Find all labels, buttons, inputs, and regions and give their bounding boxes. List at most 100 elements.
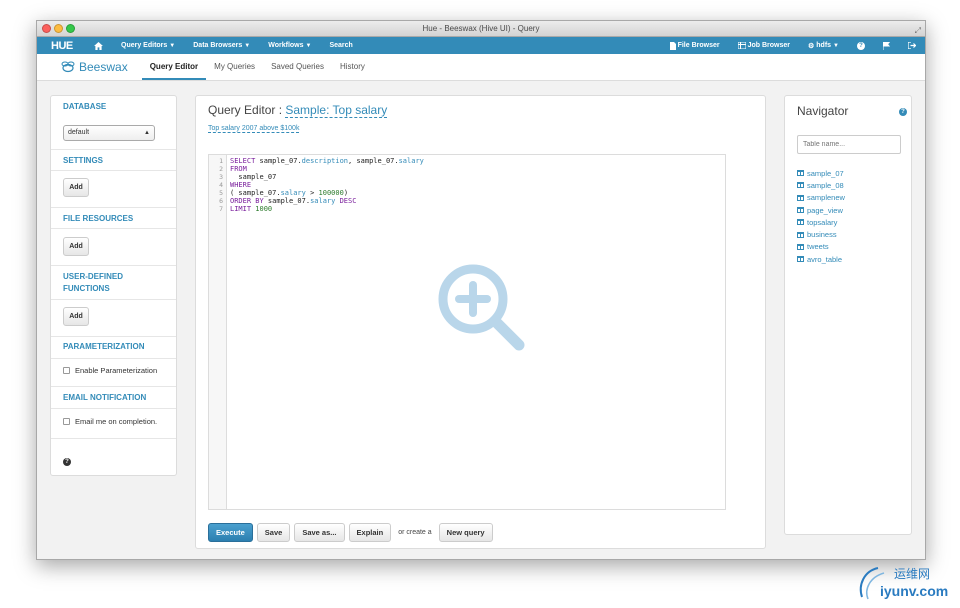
watermark-en-text: iyunv.com — [880, 583, 949, 599]
divider — [51, 170, 176, 171]
maximize-window-button[interactable] — [66, 24, 75, 33]
site-watermark: 运维网 iyunv.com — [854, 563, 958, 603]
zoom-in-icon[interactable] — [435, 261, 527, 353]
window-controls — [42, 24, 75, 33]
nav-job-browser[interactable]: Job Browser — [729, 42, 799, 49]
table-item-sample-07[interactable]: sample_07 — [797, 167, 845, 179]
logout-icon — [908, 42, 916, 49]
code-line: LIMIT 1000 — [230, 205, 273, 213]
table-item-business[interactable]: business — [797, 228, 845, 240]
query-actions: Execute Save Save as... Explain or creat… — [208, 523, 493, 542]
table-item-topsalary[interactable]: topsalary — [797, 216, 845, 228]
divider — [51, 386, 176, 387]
divider — [51, 299, 176, 300]
beeswax-brand[interactable]: Beeswax — [61, 53, 128, 80]
chevron-down-icon: ▼ — [244, 42, 251, 49]
add-udf-button[interactable]: Add — [63, 307, 89, 326]
select-arrows-icon: ▲ — [144, 130, 150, 136]
email-notification-heading: EMAIL NOTIFICATION — [63, 393, 147, 402]
navigator-panel: Navigator ? sample_07 sample_08 samplene… — [784, 95, 912, 535]
list-icon — [737, 42, 746, 49]
top-navbar: HUE Query Editors ▼ Data Browsers ▼ Workfl… — [37, 37, 925, 54]
nav-help[interactable]: ? — [848, 41, 874, 50]
nav-user-menu[interactable]: ⚙ hdfs ▼ — [799, 42, 848, 50]
line-number: 7 — [219, 205, 223, 213]
add-setting-button[interactable]: Add — [63, 178, 89, 197]
code-line: sample_07 — [230, 173, 277, 181]
divider — [51, 149, 176, 150]
app-header: Beeswax Query Editor My Queries Saved Qu… — [37, 54, 925, 81]
watermark-cn-text: 运维网 — [894, 567, 931, 581]
gears-icon: ⚙ — [807, 42, 815, 50]
chevron-down-icon: ▼ — [169, 42, 176, 49]
table-icon — [797, 219, 804, 226]
query-description-editable[interactable]: Top salary 2007 above $100k — [208, 125, 300, 133]
table-item-sample-08[interactable]: sample_08 — [797, 179, 845, 191]
enable-parameterization-checkbox[interactable] — [63, 367, 70, 374]
app-window: Hue - Beeswax (Hive UI) - Query ⤢ HUE Qu… — [36, 20, 926, 560]
table-item-samplenew[interactable]: samplenew — [797, 192, 845, 204]
nav-logout[interactable] — [899, 42, 925, 49]
bee-icon — [61, 61, 75, 72]
database-select[interactable]: default ▲ — [63, 125, 155, 141]
hue-logo[interactable]: HUE — [37, 40, 85, 52]
help-icon[interactable]: ? — [63, 458, 71, 466]
nav-search[interactable]: Search — [320, 42, 361, 49]
table-name-filter-input[interactable] — [797, 135, 901, 154]
database-heading: DATABASE — [63, 102, 107, 111]
line-number: 6 — [219, 197, 223, 205]
table-item-avro-table[interactable]: avro_table — [797, 253, 845, 265]
flag-icon — [883, 41, 890, 50]
help-icon[interactable]: ? — [899, 108, 907, 116]
code-editor[interactable]: 1 2 3 4 5 6 7 SELECT sample_07.descripti… — [208, 154, 726, 510]
code-line: WHERE — [230, 181, 252, 189]
udf-heading-line1: USER-DEFINED — [63, 272, 124, 281]
settings-heading: SETTINGS — [63, 156, 104, 165]
nav-file-browser[interactable]: File Browser — [661, 41, 729, 50]
line-number: 2 — [219, 165, 223, 173]
parameterization-heading: PARAMETERIZATION — [63, 342, 145, 351]
nav-query-editors[interactable]: Query Editors ▼ — [112, 42, 184, 49]
code-line: FROM — [230, 165, 247, 173]
tab-query-editor[interactable]: Query Editor — [141, 53, 207, 80]
tab-history[interactable]: History — [332, 53, 373, 80]
close-window-button[interactable] — [42, 24, 51, 33]
line-number: 4 — [219, 181, 223, 189]
table-item-page-view[interactable]: page_view — [797, 204, 845, 216]
enable-parameterization-option[interactable]: Enable Parameterization — [63, 366, 157, 375]
table-item-tweets[interactable]: tweets — [797, 241, 845, 253]
divider — [51, 438, 176, 439]
divider — [51, 358, 176, 359]
explain-button[interactable]: Explain — [348, 523, 392, 542]
table-icon — [797, 243, 804, 250]
help-icon: ? — [857, 41, 865, 50]
divider — [51, 336, 176, 337]
table-list: sample_07 sample_08 samplenew page_view … — [797, 167, 845, 265]
or-create-label: or create a — [398, 529, 432, 536]
save-button[interactable]: Save — [256, 523, 291, 542]
add-file-resource-button[interactable]: Add — [63, 237, 89, 256]
save-as-button[interactable]: Save as... — [294, 523, 345, 542]
email-on-completion-checkbox[interactable] — [63, 418, 70, 425]
tab-saved-queries[interactable]: Saved Queries — [263, 53, 332, 80]
new-query-button[interactable]: New query — [438, 523, 493, 542]
divider — [51, 265, 176, 266]
tab-my-queries[interactable]: My Queries — [206, 53, 263, 80]
window-title: Hue - Beeswax (Hive UI) - Query — [422, 24, 540, 33]
home-icon — [94, 41, 103, 50]
line-number: 3 — [219, 173, 223, 181]
nav-workflows[interactable]: Workflows ▼ — [259, 42, 320, 49]
page-title: Query Editor : Sample: Top salary — [208, 103, 388, 118]
nav-data-browsers[interactable]: Data Browsers ▼ — [184, 42, 259, 49]
minimize-window-button[interactable] — [54, 24, 63, 33]
nav-flag[interactable] — [874, 41, 899, 50]
top-navbar-right: File Browser Job Browser ⚙ hdfs ▼ ? — [661, 37, 925, 54]
chevron-down-icon: ▼ — [305, 42, 312, 49]
file-resources-heading: FILE RESOURCES — [63, 214, 134, 223]
file-icon — [669, 41, 676, 50]
nav-home[interactable] — [85, 41, 112, 50]
email-on-completion-option[interactable]: Email me on completion. — [63, 417, 157, 426]
settings-sidebar: DATABASE default ▲ SETTINGS Add FILE RES… — [50, 95, 177, 476]
execute-button[interactable]: Execute — [208, 523, 253, 542]
query-name-editable[interactable]: Sample: Top salary — [285, 103, 388, 118]
